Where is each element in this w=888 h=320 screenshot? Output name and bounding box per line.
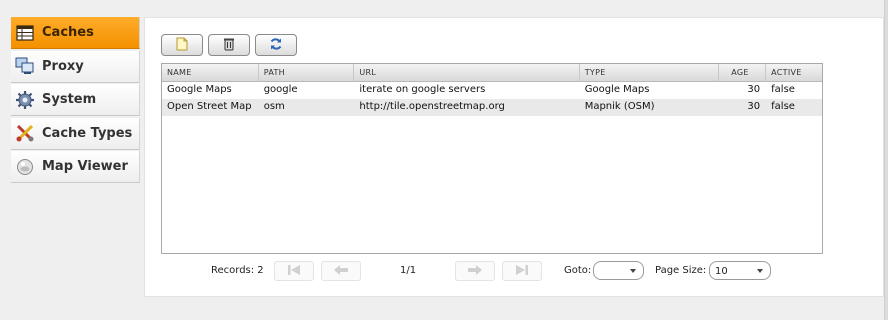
caches-table: NAME PATH URL TYPE AGE ACTIVE Google Map… [161, 63, 823, 254]
page-size-label: Page Size: [655, 265, 707, 276]
trash-icon [222, 36, 236, 55]
cell-url: iterate on google servers [359, 84, 486, 95]
page-indicator: 1/1 [400, 265, 417, 276]
column-header-type[interactable]: TYPE [580, 64, 720, 82]
globe-icon [14, 156, 36, 178]
sidebar-item-label: Cache Types [42, 125, 133, 141]
arrow-right-icon [467, 264, 483, 279]
cell-age: 30 [747, 84, 761, 95]
cell-age: 30 [747, 101, 761, 112]
delete-cache-button[interactable] [208, 34, 250, 56]
sidebar-item-map-viewer[interactable]: Map Viewer [11, 151, 140, 184]
cell-path: osm [263, 101, 285, 112]
sidebar-item-system[interactable]: System [11, 84, 140, 117]
page-size-select[interactable]: 10 [709, 261, 771, 280]
cell-path: google [263, 84, 298, 95]
last-page-button[interactable] [502, 261, 542, 281]
first-page-icon [286, 264, 302, 279]
goto-page-select[interactable] [593, 261, 644, 280]
sidebar-item-label: Proxy [42, 58, 84, 74]
chevron-down-icon [630, 269, 636, 273]
tools-icon [14, 122, 36, 144]
cell-type: Google Maps [584, 84, 650, 95]
arrow-left-icon [333, 264, 349, 279]
table-icon [14, 22, 36, 44]
cell-type: Mapnik (OSM) [584, 101, 655, 112]
column-header-url[interactable]: URL [354, 64, 580, 82]
sidebar-item-caches[interactable]: Caches [11, 17, 140, 49]
table-row[interactable]: Open Street Map osm http://tile.openstre… [162, 99, 822, 116]
proxy-icon [14, 55, 36, 77]
window-edge [884, 0, 888, 320]
sidebar-nav: Caches Proxy System Cache Types Map View… [11, 17, 140, 185]
first-page-button[interactable] [274, 261, 314, 281]
table-row[interactable]: Google Maps google iterate on google ser… [162, 82, 822, 99]
goto-label: Goto: [564, 265, 592, 276]
refresh-icon [269, 36, 283, 55]
main-panel: NAME PATH URL TYPE AGE ACTIVE Google Map… [144, 17, 884, 297]
gear-icon [14, 89, 36, 111]
sidebar-item-label: Caches [42, 25, 94, 40]
column-header-age[interactable]: AGE [719, 64, 767, 82]
page-size-value: 10 [715, 266, 728, 277]
cell-name: Open Street Map [167, 101, 252, 112]
sidebar-item-cache-types[interactable]: Cache Types [11, 117, 140, 150]
next-page-button[interactable] [455, 261, 495, 281]
column-header-path[interactable]: PATH [259, 64, 355, 82]
cell-active: false [771, 84, 795, 95]
new-document-icon [175, 36, 189, 55]
records-count: Records: 2 [211, 265, 264, 276]
sidebar-item-label: System [42, 92, 97, 108]
column-header-active[interactable]: ACTIVE [766, 64, 822, 82]
cell-name: Google Maps [167, 84, 232, 95]
cell-url: http://tile.openstreetmap.org [359, 101, 505, 112]
add-cache-button[interactable] [161, 34, 203, 56]
column-header-name[interactable]: NAME [162, 64, 259, 82]
chevron-down-icon [757, 269, 763, 273]
sidebar-item-label: Map Viewer [42, 159, 128, 175]
table-header: NAME PATH URL TYPE AGE ACTIVE [162, 64, 822, 82]
sidebar-item-proxy[interactable]: Proxy [11, 50, 140, 83]
last-page-icon [514, 264, 530, 279]
pagination-bar: Records: 2 1/1 Goto: Page Size: 10 [161, 259, 823, 283]
previous-page-button[interactable] [321, 261, 361, 281]
refresh-button[interactable] [255, 34, 297, 56]
cell-active: false [771, 101, 795, 112]
